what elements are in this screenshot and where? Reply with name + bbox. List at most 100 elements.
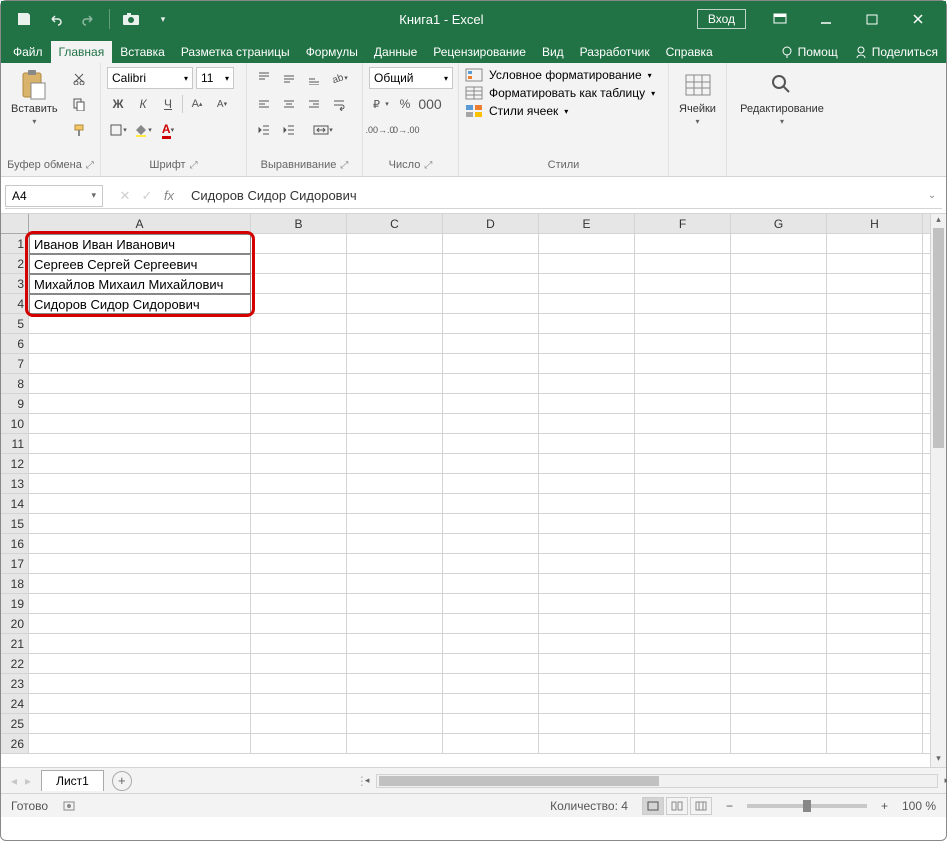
format-painter-icon[interactable] <box>68 119 90 141</box>
row-header-21[interactable]: 21 <box>1 634 29 654</box>
cell-B19[interactable] <box>251 594 347 614</box>
cell-E18[interactable] <box>539 574 635 594</box>
cell-B15[interactable] <box>251 514 347 534</box>
cell-B14[interactable] <box>251 494 347 514</box>
cell-H5[interactable] <box>827 314 923 334</box>
cell-D9[interactable] <box>443 394 539 414</box>
cell-E20[interactable] <box>539 614 635 634</box>
font-color-icon[interactable]: A▾ <box>157 119 179 141</box>
row-header-12[interactable]: 12 <box>1 454 29 474</box>
cell-A8[interactable] <box>29 374 251 394</box>
sheet-prev-icon[interactable]: ◂ <box>11 774 17 788</box>
vertical-scrollbar[interactable]: ▴ ▾ <box>930 214 946 767</box>
cell-F20[interactable] <box>635 614 731 634</box>
cell-E26[interactable] <box>539 734 635 754</box>
cell-C26[interactable] <box>347 734 443 754</box>
cell-C1[interactable] <box>347 234 443 254</box>
increase-decimal-icon[interactable]: .00→.0 <box>369 119 391 141</box>
cell-F8[interactable] <box>635 374 731 394</box>
merge-icon[interactable]: ▾ <box>303 119 343 141</box>
cell-G2[interactable] <box>731 254 827 274</box>
cell-F17[interactable] <box>635 554 731 574</box>
cell-G25[interactable] <box>731 714 827 734</box>
cell-C15[interactable] <box>347 514 443 534</box>
cell-G11[interactable] <box>731 434 827 454</box>
cell-C9[interactable] <box>347 394 443 414</box>
cell-F21[interactable] <box>635 634 731 654</box>
tab-insert[interactable]: Вставка <box>112 41 173 63</box>
cell-F14[interactable] <box>635 494 731 514</box>
cell-G13[interactable] <box>731 474 827 494</box>
cell-G23[interactable] <box>731 674 827 694</box>
row-header-13[interactable]: 13 <box>1 474 29 494</box>
share-button[interactable]: Поделиться <box>846 45 946 63</box>
number-format-select[interactable]: Общий▾ <box>369 67 453 89</box>
fx-icon[interactable]: fx <box>159 188 179 204</box>
cell-C21[interactable] <box>347 634 443 654</box>
redo-icon[interactable] <box>75 6 101 32</box>
cell-C12[interactable] <box>347 454 443 474</box>
cell-H15[interactable] <box>827 514 923 534</box>
cell-B10[interactable] <box>251 414 347 434</box>
cells-button[interactable]: Ячейки▾ <box>675 67 720 128</box>
cell-E23[interactable] <box>539 674 635 694</box>
copy-icon[interactable] <box>68 93 90 115</box>
cell-A3[interactable]: Михайлов Михаил Михайлович <box>29 274 251 294</box>
cell-C25[interactable] <box>347 714 443 734</box>
cell-H11[interactable] <box>827 434 923 454</box>
cell-C19[interactable] <box>347 594 443 614</box>
close-icon[interactable] <box>896 4 940 34</box>
align-middle-icon[interactable] <box>278 67 300 89</box>
cell-C7[interactable] <box>347 354 443 374</box>
row-header-7[interactable]: 7 <box>1 354 29 374</box>
row-header-23[interactable]: 23 <box>1 674 29 694</box>
cell-F16[interactable] <box>635 534 731 554</box>
macro-record-icon[interactable] <box>62 799 76 813</box>
cell-D14[interactable] <box>443 494 539 514</box>
row-header-24[interactable]: 24 <box>1 694 29 714</box>
cell-D18[interactable] <box>443 574 539 594</box>
row-header-17[interactable]: 17 <box>1 554 29 574</box>
cell-F7[interactable] <box>635 354 731 374</box>
cell-G16[interactable] <box>731 534 827 554</box>
maximize-icon[interactable] <box>850 4 894 34</box>
cell-D5[interactable] <box>443 314 539 334</box>
cell-C6[interactable] <box>347 334 443 354</box>
cell-H22[interactable] <box>827 654 923 674</box>
cut-icon[interactable] <box>68 67 90 89</box>
tell-me[interactable]: Помощ <box>772 45 846 63</box>
cell-H7[interactable] <box>827 354 923 374</box>
clipboard-launcher-icon[interactable]: ⤢ <box>86 160 94 171</box>
cell-A19[interactable] <box>29 594 251 614</box>
name-box[interactable]: A4▾ <box>5 185 103 207</box>
cell-A23[interactable] <box>29 674 251 694</box>
tab-review[interactable]: Рецензирование <box>425 41 534 63</box>
cell-B20[interactable] <box>251 614 347 634</box>
cell-E19[interactable] <box>539 594 635 614</box>
cell-C14[interactable] <box>347 494 443 514</box>
cell-B8[interactable] <box>251 374 347 394</box>
cell-C20[interactable] <box>347 614 443 634</box>
cell-F22[interactable] <box>635 654 731 674</box>
cell-F12[interactable] <box>635 454 731 474</box>
cell-D13[interactable] <box>443 474 539 494</box>
cell-H4[interactable] <box>827 294 923 314</box>
cell-D4[interactable] <box>443 294 539 314</box>
zoom-out-icon[interactable]: − <box>726 799 733 813</box>
cell-E3[interactable] <box>539 274 635 294</box>
cell-G12[interactable] <box>731 454 827 474</box>
cell-G26[interactable] <box>731 734 827 754</box>
sheet-next-icon[interactable]: ▸ <box>25 774 31 788</box>
cell-E7[interactable] <box>539 354 635 374</box>
cell-G6[interactable] <box>731 334 827 354</box>
zoom-in-icon[interactable]: + <box>881 799 888 813</box>
cell-D6[interactable] <box>443 334 539 354</box>
cell-G1[interactable] <box>731 234 827 254</box>
cell-B22[interactable] <box>251 654 347 674</box>
add-sheet-icon[interactable]: + <box>112 771 132 791</box>
cell-E5[interactable] <box>539 314 635 334</box>
cell-E22[interactable] <box>539 654 635 674</box>
cell-H23[interactable] <box>827 674 923 694</box>
row-header-16[interactable]: 16 <box>1 534 29 554</box>
row-header-19[interactable]: 19 <box>1 594 29 614</box>
